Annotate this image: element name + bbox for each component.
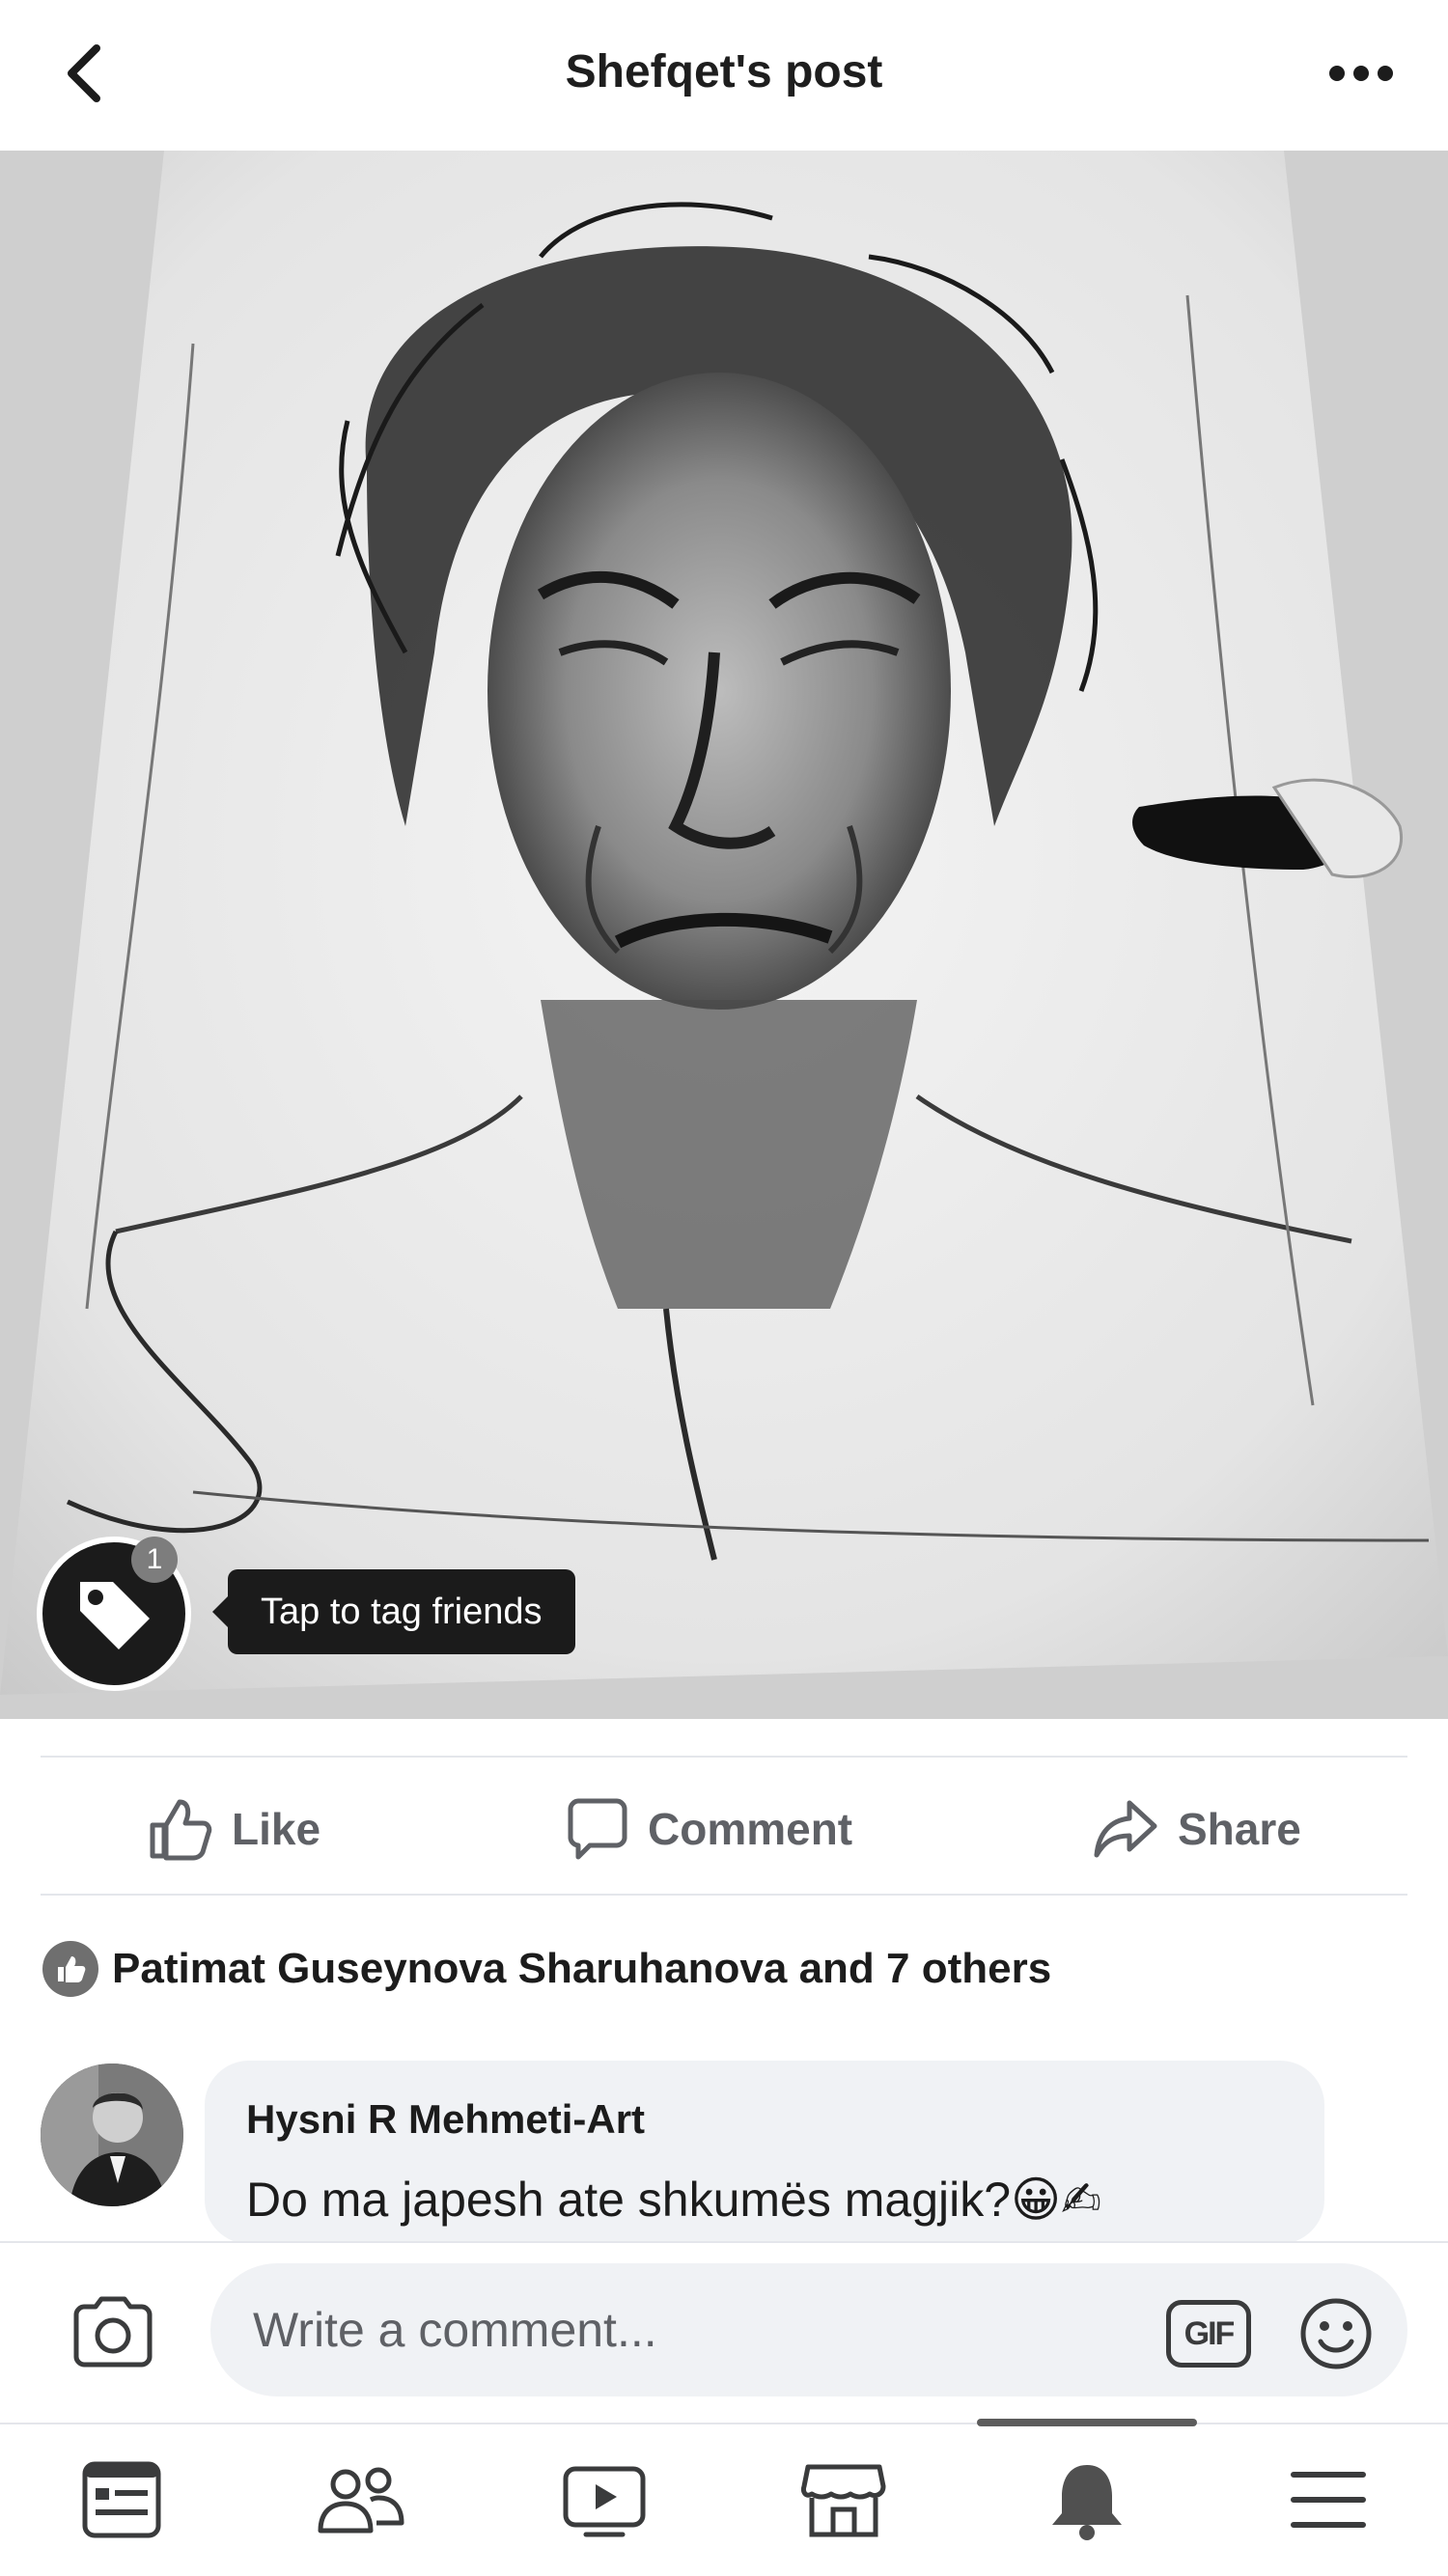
active-tab-indicator	[977, 2419, 1197, 2426]
nav-marketplace[interactable]	[786, 2442, 902, 2558]
news-feed-icon	[82, 2461, 161, 2538]
charcoal-portrait-drawing	[0, 151, 1448, 1719]
comment-icon	[568, 1798, 627, 1860]
menu-icon	[1291, 2472, 1366, 2528]
watch-icon	[563, 2466, 646, 2537]
comment-text: Do ma japesh ate shkumës magjik?😀✍	[246, 2173, 1102, 2227]
reactions-text: Patimat Guseynova Sharuhanova and 7 othe…	[112, 1945, 1052, 1992]
back-button[interactable]	[46, 35, 124, 112]
more-horizontal-icon	[1329, 66, 1393, 81]
like-label: Like	[232, 1804, 321, 1854]
avatar[interactable]	[41, 2064, 183, 2206]
divider	[41, 1756, 1407, 1758]
tag-friends-tooltip: Tap to tag friends	[212, 1569, 575, 1654]
marketplace-icon	[801, 2464, 886, 2537]
reactions-summary[interactable]: Patimat Guseynova Sharuhanova and 7 othe…	[42, 1935, 1051, 2003]
nav-friends[interactable]	[303, 2442, 419, 2558]
tag-icon	[80, 1582, 150, 1649]
camera-button[interactable]	[60, 2285, 166, 2378]
friends-icon	[318, 2467, 404, 2534]
nav-notifications[interactable]	[1029, 2442, 1145, 2558]
comment-label: Comment	[648, 1804, 853, 1854]
share-icon	[1094, 1800, 1157, 1858]
page-title: Shefqet's post	[565, 46, 883, 97]
notifications-icon	[1052, 2465, 1122, 2540]
gif-button[interactable]: GIF	[1166, 2300, 1251, 2368]
emoji-button[interactable]	[1294, 2291, 1378, 2376]
tag-count-badge: 1	[131, 1537, 178, 1583]
smiley-icon	[1300, 2298, 1372, 2369]
share-button[interactable]: Share	[1091, 1776, 1301, 1882]
camera-icon	[73, 2296, 153, 2368]
like-reaction-icon	[42, 1941, 98, 1997]
comment-button[interactable]: Comment	[563, 1776, 852, 1882]
nav-menu[interactable]	[1270, 2442, 1386, 2558]
share-label: Share	[1178, 1804, 1301, 1854]
chevron-left-icon	[68, 44, 100, 102]
thumbs-up-icon	[150, 1799, 212, 1861]
nav-watch[interactable]	[546, 2442, 662, 2558]
post-photo[interactable]	[0, 151, 1448, 1719]
bottom-navigation	[0, 2423, 1448, 2576]
nav-news-feed[interactable]	[64, 2442, 180, 2558]
more-options-button[interactable]	[1318, 35, 1405, 112]
divider	[41, 1894, 1407, 1896]
comment-author[interactable]: Hysni R Mehmeti-Art	[246, 2096, 645, 2143]
like-button[interactable]: Like	[145, 1776, 320, 1882]
